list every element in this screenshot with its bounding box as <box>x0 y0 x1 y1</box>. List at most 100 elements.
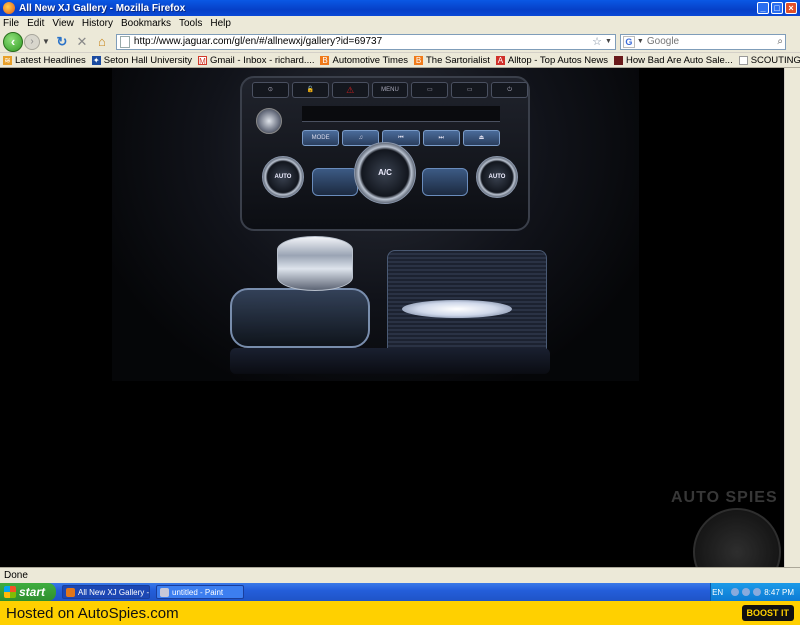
taskbar-item-label: All New XJ Gallery - M... <box>78 587 150 597</box>
url-dropdown-icon[interactable]: ▼ <box>605 38 612 45</box>
search-bar[interactable]: G ▼ ⌕ <box>619 33 786 50</box>
windows-taskbar: start All New XJ Gallery - M... untitled… <box>0 583 800 601</box>
center-console-panel: ⊙ 🔓 ⚠ MENU ▭ ▭ ⏻ MODE ♫ ⏮ ⏭ ⏏ AUTO A/C A… <box>240 76 530 231</box>
hazard-icon: ⚠ <box>331 82 369 98</box>
next-icon: ⏭ <box>422 130 460 146</box>
page-content: ⊙ 🔓 ⚠ MENU ▭ ▭ ⏻ MODE ♫ ⏮ ⏭ ⏏ AUTO A/C A… <box>3 68 784 567</box>
search-input[interactable] <box>646 36 778 47</box>
temperature-dial-left: AUTO <box>262 156 304 198</box>
media-button: MODE <box>302 130 340 146</box>
alltop-icon: A <box>495 55 505 65</box>
bookmark-label: Alltop - Top Autos News <box>507 54 609 66</box>
bookmark-sartorialist[interactable]: B The Sartorialist <box>413 54 490 66</box>
menu-view[interactable]: View <box>52 18 74 29</box>
address-bar[interactable]: http://www.jaguar.com/gl/en/#/allnewxj/g… <box>115 33 616 50</box>
maximize-button[interactable]: □ <box>771 2 783 14</box>
bookmark-seton-hall[interactable]: ✦ Seton Hall University <box>91 55 192 66</box>
tray-network-icon[interactable] <box>731 588 740 596</box>
home-button[interactable]: ⌂ <box>94 34 110 50</box>
blogger-icon: B <box>413 55 423 65</box>
shu-icon: ✦ <box>91 55 101 65</box>
gallery-photo[interactable]: ⊙ 🔓 ⚠ MENU ▭ ▭ ⏻ MODE ♫ ⏮ ⏭ ⏏ AUTO A/C A… <box>112 68 639 381</box>
power-icon: ⏻ <box>491 82 529 98</box>
rotary-gear-selector <box>277 236 353 291</box>
bookmark-label: Gmail - Inbox - richard.... <box>209 54 315 66</box>
rss-icon: ≋ <box>3 55 12 65</box>
eject-icon: ⏏ <box>462 130 501 146</box>
stop-button[interactable]: ✕ <box>74 34 90 50</box>
bookmark-label: SCOUTING NY - www.s... <box>750 54 800 66</box>
bookmark-latest-headlines[interactable]: ≋ Latest Headlines <box>3 55 86 66</box>
bookmark-auto-sales[interactable]: How Bad Are Auto Sale... <box>614 55 733 66</box>
hosted-banner: Hosted on AutoSpies.com BOOST IT <box>0 601 800 625</box>
close-button[interactable]: × <box>785 2 797 14</box>
window-title: All New XJ Gallery - Mozilla Firefox <box>19 2 186 14</box>
forward-button[interactable]: › <box>24 33 40 50</box>
window-titlebar: All New XJ Gallery - Mozilla Firefox _ □… <box>0 0 800 16</box>
history-dropdown-icon[interactable]: ▼ <box>42 37 50 46</box>
system-tray: EN 8:47 PM <box>710 583 800 601</box>
back-button[interactable]: ‹ <box>3 31 23 52</box>
bookmark-automotive-times[interactable]: B Automotive Times <box>320 55 408 66</box>
navigation-toolbar: ‹ › ▼ ↻ ✕ ⌂ http://www.jaguar.com/gl/en/… <box>0 31 800 53</box>
cupholder-area <box>230 348 550 374</box>
menu-tools[interactable]: Tools <box>179 18 202 29</box>
bookmarks-toolbar: ≋ Latest Headlines ✦ Seton Hall Universi… <box>0 53 800 68</box>
bookmark-alltop[interactable]: A Alltop - Top Autos News <box>495 54 609 66</box>
blogger-icon: B <box>320 55 330 65</box>
clock[interactable]: 8:47 PM <box>764 588 794 597</box>
bookmark-star-icon[interactable]: ☆ <box>592 35 602 48</box>
console-button: 🔓 <box>291 82 329 98</box>
start-label: start <box>19 585 46 599</box>
windows-logo-icon <box>4 586 16 598</box>
autospies-watermark: AUTO SPIES <box>671 489 778 506</box>
climate-buttons-right <box>422 168 468 196</box>
site-icon <box>614 55 624 65</box>
boost-it-button[interactable]: BOOST IT <box>741 605 794 621</box>
tray-app-icon[interactable] <box>753 588 762 596</box>
hosted-on-text: Hosted on AutoSpies.com <box>6 604 179 622</box>
menu-help[interactable]: Help <box>210 18 231 29</box>
console-top-buttons: ⊙ 🔓 ⚠ MENU ▭ ▭ ⏻ <box>252 82 529 98</box>
start-button[interactable]: start <box>0 583 56 601</box>
console-button: ▭ <box>411 82 449 98</box>
bookmark-label: The Sartorialist <box>425 54 490 66</box>
console-button: MENU <box>371 82 409 98</box>
shifter-surround <box>230 288 370 348</box>
climate-buttons-left <box>312 168 358 196</box>
vertical-scrollbar[interactable] <box>784 68 800 567</box>
page-icon <box>119 35 130 48</box>
status-text: Done <box>4 570 28 581</box>
temperature-dial-right: AUTO <box>476 156 518 198</box>
minimize-button[interactable]: _ <box>757 2 769 14</box>
bookmark-label: How Bad Are Auto Sale... <box>626 54 733 66</box>
spy-logo-icon <box>693 508 781 567</box>
console-button: ⊙ <box>252 82 289 98</box>
storage-lid-handle <box>402 300 512 318</box>
reload-button[interactable]: ↻ <box>54 34 70 50</box>
gmail-icon: M <box>197 55 207 66</box>
console-button: ▭ <box>451 82 489 98</box>
taskbar-item-label: untitled - Paint <box>172 587 224 597</box>
google-icon[interactable]: G <box>622 35 635 48</box>
taskbar-item-paint[interactable]: untitled - Paint <box>156 585 244 599</box>
fan-dial-center: A/C <box>354 142 416 204</box>
status-bar: Done <box>0 567 800 583</box>
menu-edit[interactable]: Edit <box>27 18 44 29</box>
menu-bar: File Edit View History Bookmarks Tools H… <box>0 16 800 31</box>
firefox-icon <box>66 587 75 597</box>
language-indicator[interactable]: EN <box>712 588 723 597</box>
search-icon[interactable]: ⌕ <box>777 36 783 47</box>
paint-icon <box>160 587 169 597</box>
page-icon <box>738 55 748 65</box>
search-engine-dropdown-icon[interactable]: ▼ <box>637 38 644 45</box>
menu-bookmarks[interactable]: Bookmarks <box>121 18 171 29</box>
bookmark-gmail[interactable]: M Gmail - Inbox - richard.... <box>197 54 315 66</box>
taskbar-item-firefox[interactable]: All New XJ Gallery - M... <box>62 585 150 599</box>
bookmark-scouting-ny[interactable]: SCOUTING NY - www.s... <box>738 54 800 66</box>
tray-volume-icon[interactable] <box>742 588 751 596</box>
menu-history[interactable]: History <box>82 18 113 29</box>
bookmark-label: Automotive Times <box>332 54 408 66</box>
menu-file[interactable]: File <box>3 18 19 29</box>
url-text[interactable]: http://www.jaguar.com/gl/en/#/allnewxj/g… <box>134 36 592 47</box>
